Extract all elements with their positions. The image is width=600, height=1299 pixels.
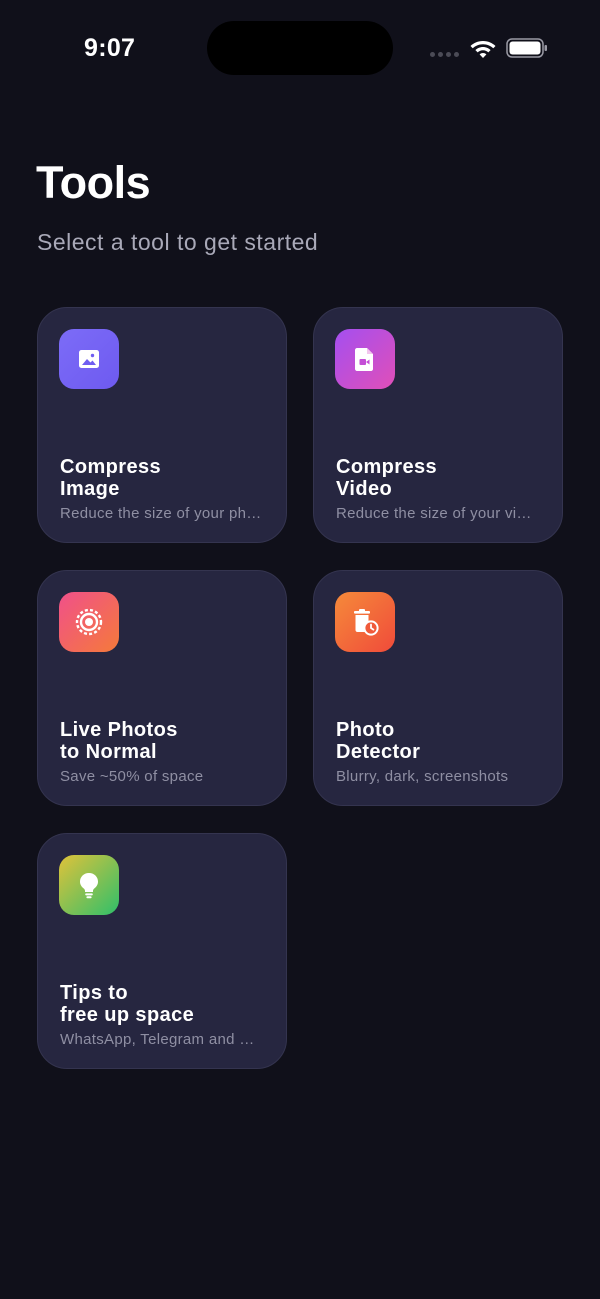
tool-description: Reduce the size of your photos <box>60 505 264 522</box>
status-bar: 9:07 <box>0 0 600 96</box>
page-title: Tools <box>36 157 151 208</box>
tool-title: Tips to <box>60 982 128 1004</box>
tool-card-live-photos[interactable]: Live Photos to Normal Save ~50% of space <box>37 570 287 806</box>
page-subtitle: Select a tool to get started <box>37 229 319 255</box>
video-file-icon <box>355 348 373 371</box>
dynamic-island <box>207 21 393 75</box>
icon-tile <box>335 592 395 652</box>
icon-tile <box>59 329 119 389</box>
icon-tile <box>59 592 119 652</box>
lightbulb-icon <box>80 873 98 899</box>
tool-title: to Normal <box>60 741 157 763</box>
wifi-icon <box>470 41 496 58</box>
image-icon <box>79 350 99 368</box>
tool-title: Compress <box>60 456 162 478</box>
icon-tile <box>335 329 395 389</box>
tool-title: Photo <box>336 719 395 741</box>
tool-card-photo-detector[interactable]: Photo Detector Blurry, dark, screenshots <box>313 570 563 806</box>
tool-card-compress-image[interactable]: Compress Image Reduce the size of your p… <box>37 307 287 543</box>
tool-card-tips[interactable]: Tips to free up space WhatsApp, Telegram… <box>37 833 287 1069</box>
icon-tile <box>59 855 119 915</box>
tool-description: Reduce the size of your videos <box>336 505 540 522</box>
tool-description: Save ~50% of space <box>60 768 204 785</box>
tool-title: Live Photos <box>60 719 178 741</box>
tool-title: Compress <box>336 456 438 478</box>
status-time: 9:07 <box>84 34 136 62</box>
tool-description: Blurry, dark, screenshots <box>336 768 509 785</box>
cellular-signal-icon <box>430 52 459 57</box>
battery-icon <box>506 38 547 58</box>
tool-title: Image <box>60 478 120 500</box>
tool-card-compress-video[interactable]: Compress Video Reduce the size of your v… <box>313 307 563 543</box>
trash-clock-icon <box>354 609 379 636</box>
tool-title: free up space <box>60 1004 195 1026</box>
live-photo-icon <box>75 608 103 636</box>
tool-title: Video <box>336 478 393 500</box>
tool-description: WhatsApp, Telegram and more <box>60 1031 264 1048</box>
tool-title: Detector <box>336 741 421 763</box>
